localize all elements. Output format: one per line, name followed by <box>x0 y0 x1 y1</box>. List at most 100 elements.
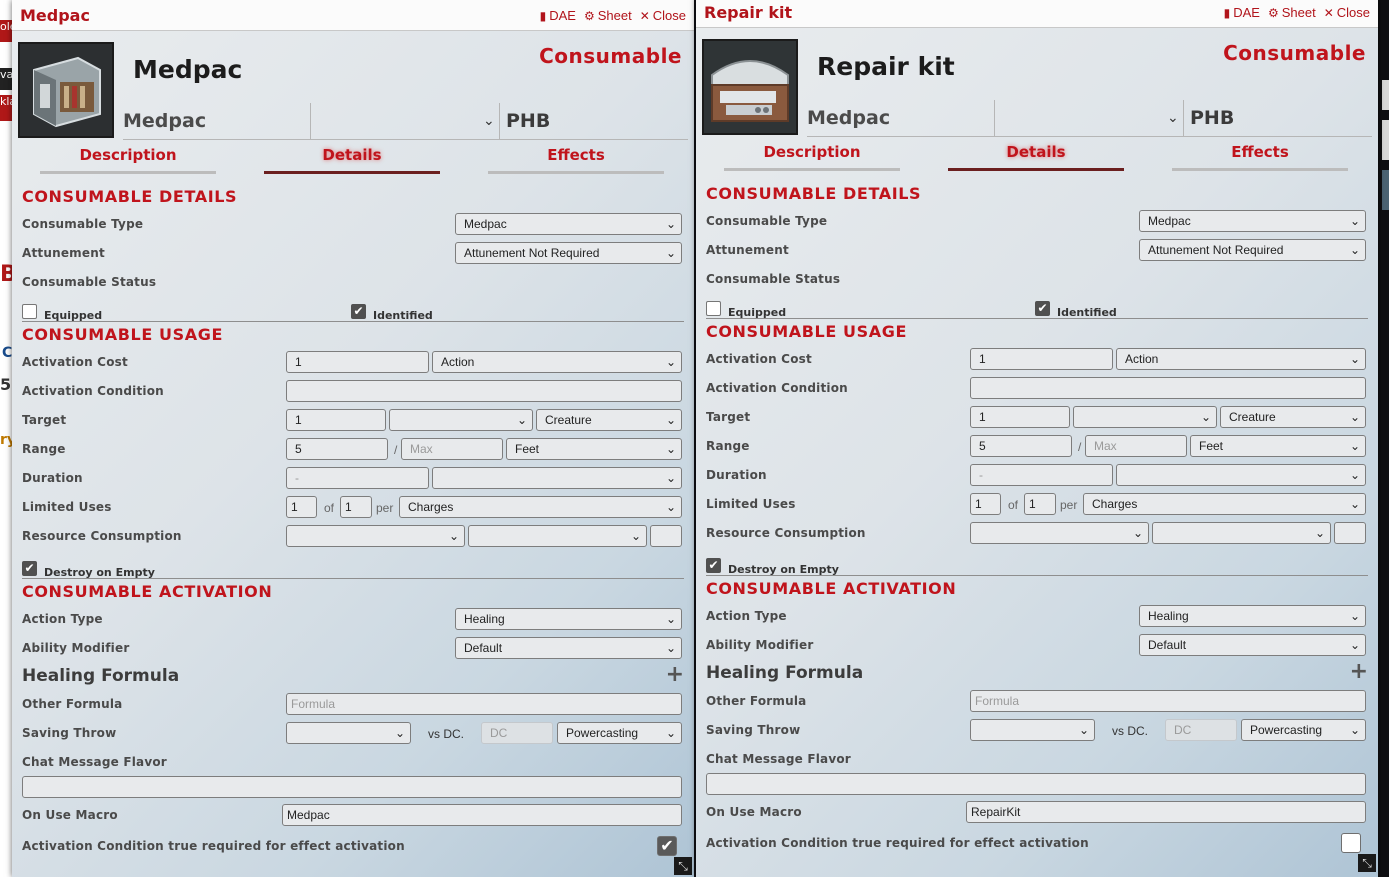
target-type-select[interactable]: Creature ⌄ <box>1220 406 1366 428</box>
save-scaling-select[interactable]: Powercasting ⌄ <box>557 722 682 744</box>
consumable-type-select[interactable]: Medpac ⌄ <box>1139 210 1366 232</box>
activation-cost-input[interactable]: 1 <box>286 351 429 373</box>
resource-target-select[interactable]: ⌄ <box>1152 522 1331 544</box>
action-type-select[interactable]: Healing ⌄ <box>1139 605 1366 627</box>
resource-type-select[interactable]: ⌄ <box>970 522 1149 544</box>
chevron-down-icon: ⌄ <box>665 413 676 427</box>
duration-label: Duration <box>706 468 767 482</box>
resize-handle-icon[interactable]: ⤡ <box>1358 854 1376 872</box>
rarity-select-chevron-icon[interactable]: ⌄ <box>483 103 495 139</box>
uses-value-input[interactable]: 1 <box>970 493 1001 515</box>
target-units-select[interactable]: ⌄ <box>389 409 533 431</box>
activation-type-select[interactable]: Action ⌄ <box>432 351 682 373</box>
window-header[interactable]: Medpac ▮ DAE ⚙ Sheet ✕ Close <box>12 0 694 31</box>
chevron-down-icon: ⌄ <box>665 500 676 514</box>
resource-amount-input[interactable] <box>650 525 682 547</box>
uses-value-input[interactable]: 1 <box>286 496 317 518</box>
range-max-input[interactable]: Max <box>1085 435 1187 457</box>
source-field[interactable]: PHB <box>1190 100 1234 136</box>
item-name-input[interactable]: Medpac <box>133 55 242 84</box>
chat-flavor-input[interactable] <box>22 776 682 798</box>
tab-description[interactable]: Description <box>724 143 900 171</box>
activation-type-select[interactable]: Action ⌄ <box>1116 348 1366 370</box>
tab-details[interactable]: Details <box>264 146 440 174</box>
range-units-select[interactable]: Feet ⌄ <box>1190 435 1366 457</box>
tab-effects[interactable]: Effects <box>1172 143 1348 171</box>
resize-handle-icon[interactable]: ⤡ <box>674 857 692 875</box>
section-consumable-activation: CONSUMABLE ACTIVATION <box>706 575 1368 600</box>
chat-flavor-input[interactable] <box>706 773 1366 795</box>
duration-units-select[interactable]: ⌄ <box>432 467 682 489</box>
dae-button-label: DAE <box>549 8 576 23</box>
identified-checkbox[interactable]: ✔ <box>351 304 366 319</box>
activation-cost-input[interactable]: 1 <box>970 348 1113 370</box>
attunement-select[interactable]: Attunement Not Required ⌄ <box>455 242 682 264</box>
uses-period-select[interactable]: Charges ⌄ <box>1083 493 1366 515</box>
target-units-select[interactable]: ⌄ <box>1073 406 1217 428</box>
rarity-select-chevron-icon[interactable]: ⌄ <box>1167 100 1179 136</box>
ability-modifier-value: Default <box>464 641 503 655</box>
target-value-input[interactable]: 1 <box>970 406 1070 428</box>
condition-required-checkbox[interactable] <box>1341 833 1361 853</box>
dae-button[interactable]: ▮ DAE <box>1224 5 1260 20</box>
item-image[interactable] <box>702 39 798 135</box>
range-value-input[interactable]: 5 <box>286 438 388 460</box>
add-damage-part-icon[interactable]: + <box>1350 659 1368 684</box>
ability-modifier-select[interactable]: Default ⌄ <box>1139 634 1366 656</box>
resource-type-select[interactable]: ⌄ <box>286 525 465 547</box>
window-header[interactable]: Repair kit ▮ DAE ⚙ Sheet ✕ Close <box>696 0 1378 28</box>
range-units-value: Feet <box>515 442 540 456</box>
range-units-select[interactable]: Feet ⌄ <box>506 438 682 460</box>
on-use-macro-input[interactable]: Medpac <box>282 804 682 826</box>
other-formula-label: Other Formula <box>706 694 807 708</box>
condition-required-checkbox[interactable]: ✔ <box>657 836 677 856</box>
equipped-checkbox[interactable] <box>22 304 37 319</box>
item-image[interactable] <box>18 42 114 138</box>
add-damage-part-icon[interactable]: + <box>666 662 684 687</box>
identified-checkbox[interactable]: ✔ <box>1035 301 1050 316</box>
other-formula-input[interactable]: Formula <box>970 690 1366 712</box>
sheet-button[interactable]: ⚙ Sheet <box>584 8 632 23</box>
uses-max-input[interactable]: 1 <box>340 496 372 518</box>
destroy-on-empty-checkbox[interactable]: ✔ <box>22 561 37 576</box>
uses-max-input[interactable]: 1 <box>1024 493 1056 515</box>
activation-condition-input[interactable] <box>286 380 682 402</box>
duration-value-input[interactable]: - <box>970 464 1113 486</box>
item-name-input[interactable]: Repair kit <box>817 52 955 81</box>
range-max-input[interactable]: Max <box>401 438 503 460</box>
tab-details[interactable]: Details <box>948 143 1124 171</box>
saving-throw-ability-select[interactable]: ⌄ <box>970 719 1095 741</box>
action-type-select[interactable]: Healing ⌄ <box>455 608 682 630</box>
ability-modifier-select[interactable]: Default ⌄ <box>455 637 682 659</box>
activation-condition-input[interactable] <box>970 377 1366 399</box>
save-scaling-select[interactable]: Powercasting ⌄ <box>1241 719 1366 741</box>
uses-of-text: of <box>324 501 335 515</box>
dc-input[interactable]: DC <box>1165 719 1237 741</box>
duration-value-input[interactable]: - <box>286 467 429 489</box>
target-value-input[interactable]: 1 <box>286 409 386 431</box>
resource-amount-input[interactable] <box>1334 522 1366 544</box>
close-button[interactable]: ✕ Close <box>640 8 686 23</box>
resource-consumption-label: Resource Consumption <box>22 529 182 543</box>
dc-input[interactable]: DC <box>481 722 553 744</box>
equipped-checkbox[interactable] <box>706 301 721 316</box>
destroy-on-empty-checkbox[interactable]: ✔ <box>706 558 721 573</box>
on-use-macro-input[interactable]: RepairKit <box>966 801 1366 823</box>
dae-button[interactable]: ▮ DAE <box>540 8 576 23</box>
tab-effects[interactable]: Effects <box>488 146 664 174</box>
attunement-select[interactable]: Attunement Not Required ⌄ <box>1139 239 1366 261</box>
other-formula-input[interactable]: Formula <box>286 693 682 715</box>
uses-period-select[interactable]: Charges ⌄ <box>399 496 682 518</box>
saving-throw-ability-select[interactable]: ⌄ <box>286 722 411 744</box>
consumable-type-select[interactable]: Medpac ⌄ <box>455 213 682 235</box>
source-field[interactable]: PHB <box>506 103 550 139</box>
close-button[interactable]: ✕ Close <box>1324 5 1370 20</box>
range-value-input[interactable]: 5 <box>970 435 1072 457</box>
tab-description[interactable]: Description <box>40 146 216 174</box>
target-type-select[interactable]: Creature ⌄ <box>536 409 682 431</box>
resource-target-select[interactable]: ⌄ <box>468 525 647 547</box>
duration-units-select[interactable]: ⌄ <box>1116 464 1366 486</box>
chevron-down-icon: ⌄ <box>665 355 676 369</box>
sheet-button[interactable]: ⚙ Sheet <box>1268 5 1316 20</box>
chevron-down-icon: ⌄ <box>665 217 676 231</box>
